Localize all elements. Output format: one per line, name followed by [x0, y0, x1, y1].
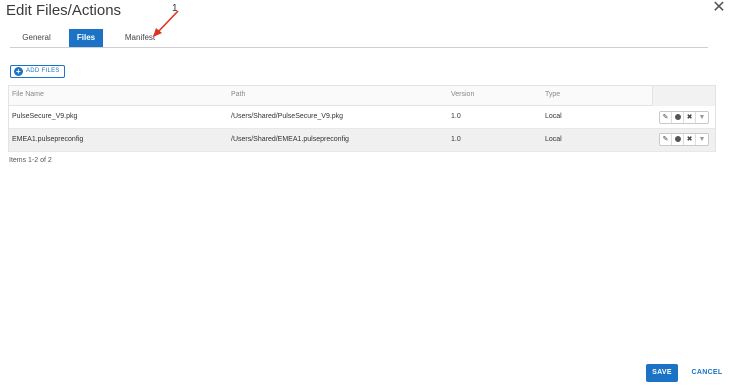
- chevron-down-icon[interactable]: ▼: [696, 134, 708, 145]
- column-header-version[interactable]: Version: [451, 91, 474, 98]
- delete-icon[interactable]: ✖: [684, 134, 696, 145]
- cancel-button[interactable]: CANCEL: [688, 364, 726, 382]
- files-grid: File Name Path Version Type PulseSecure_…: [8, 85, 716, 152]
- cell-type: Local: [545, 113, 562, 120]
- dialog-title: Edit Files/Actions: [6, 2, 122, 19]
- plus-circle-icon: +: [14, 67, 23, 76]
- chevron-down-icon[interactable]: ▼: [696, 112, 708, 123]
- annotation-arrow: [153, 10, 179, 37]
- tab-bar: General Files Manifest: [10, 29, 708, 48]
- column-header-file-name[interactable]: File Name: [12, 91, 44, 98]
- pencil-icon[interactable]: ✎: [660, 134, 672, 145]
- row-actions: ✎ ✖ ▼: [659, 133, 709, 146]
- grid-header: File Name Path Version Type: [9, 86, 652, 106]
- cell-path: /Users/Shared/EMEA1.pulsepreconfig: [231, 136, 349, 143]
- save-button[interactable]: SAVE: [646, 364, 678, 382]
- cell-path: /Users/Shared/PulseSecure_V9.pkg: [231, 113, 344, 120]
- pencil-icon[interactable]: ✎: [660, 112, 672, 123]
- cell-version: 1.0: [451, 113, 461, 120]
- info-icon[interactable]: [672, 134, 684, 145]
- column-header-path[interactable]: Path: [231, 91, 245, 98]
- info-icon[interactable]: [672, 112, 684, 123]
- add-files-label: ADD FILES: [26, 68, 60, 74]
- cell-version: 1.0: [451, 136, 461, 143]
- row-actions: ✎ ✖ ▼: [659, 111, 709, 124]
- cell-file-name: PulseSecure_V9.pkg: [12, 113, 78, 120]
- close-icon[interactable]: ✕: [712, 0, 726, 16]
- items-count: Items 1-2 of 2: [9, 157, 52, 164]
- table-row[interactable]: PulseSecure_V9.pkg /Users/Shared/PulseSe…: [9, 106, 715, 129]
- tab-files[interactable]: Files: [69, 29, 103, 47]
- delete-icon[interactable]: ✖: [684, 112, 696, 123]
- table-row[interactable]: EMEA1.pulsepreconfig /Users/Shared/EMEA1…: [9, 129, 715, 152]
- cell-file-name: EMEA1.pulsepreconfig: [12, 136, 84, 143]
- cell-type: Local: [545, 136, 562, 143]
- tab-general[interactable]: General: [14, 29, 59, 47]
- column-header-type[interactable]: Type: [545, 91, 560, 98]
- add-files-button[interactable]: + ADD FILES: [10, 65, 65, 78]
